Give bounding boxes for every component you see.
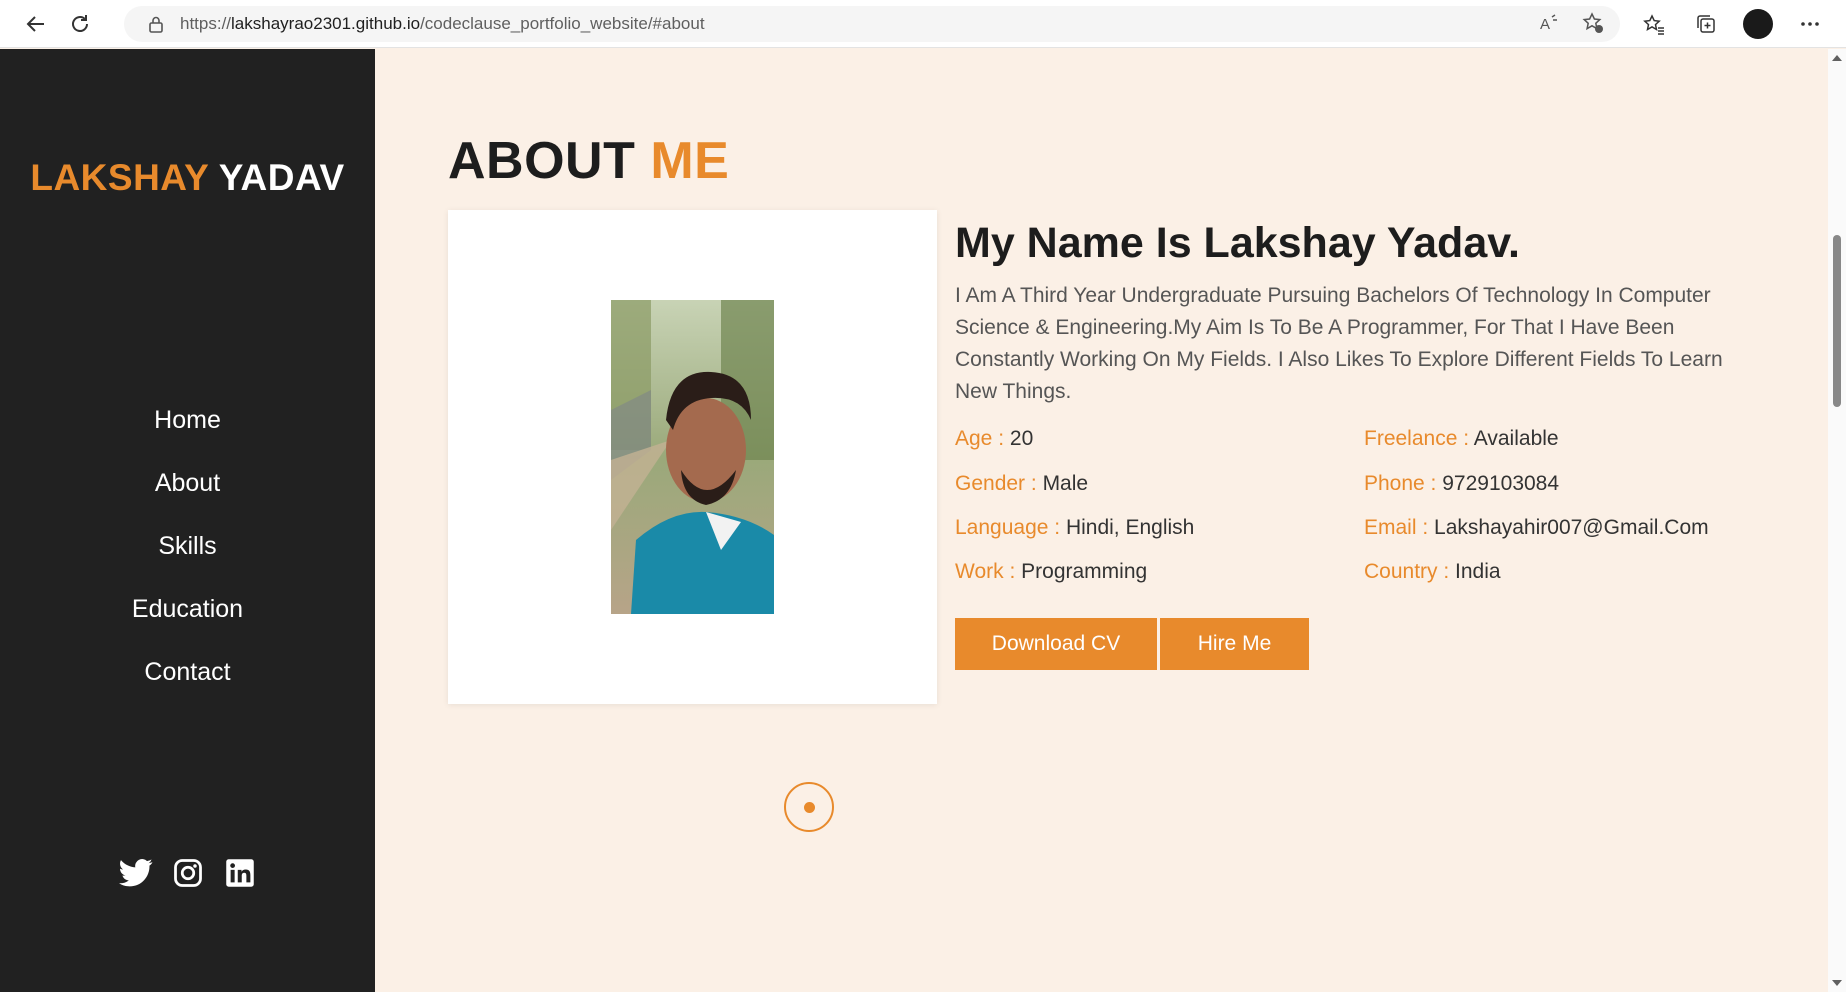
collections-icon[interactable] [1684,4,1728,44]
nav-item-contact[interactable]: Contact [0,641,375,704]
about-description: I Am A Third Year Undergraduate Pursuing… [955,284,1723,403]
photo-card [448,210,937,704]
nav-item-skills[interactable]: Skills [0,515,375,578]
profile-avatar[interactable] [1736,4,1780,44]
profile-photo [611,300,774,614]
nav-item-education[interactable]: Education [0,578,375,641]
brand-first-name: LAKSHAY [30,157,209,198]
browser-toolbar: https://lakshayrao2301.github.io/codecla… [0,0,1846,48]
brand-last-name: YADAV [218,157,345,198]
add-favorite-icon[interactable] [1582,12,1604,39]
detail-email: Email : Lakshayahir007@Gmail.Com [1364,516,1709,539]
social-links [0,855,375,891]
download-cv-button[interactable]: Download CV [955,618,1157,670]
detail-language: Language : Hindi, English [955,516,1195,539]
nav-item-home[interactable]: Home [0,389,375,452]
about-section: ABOUT ME My Name Is Lakshay Yadav. I Am … [375,49,1828,992]
scroll-down-icon[interactable] [1832,980,1842,986]
sidebar: LAKSHAY YADAV Home About Skills Educatio… [0,49,375,992]
detail-phone: Phone : 9729103084 [1364,472,1560,495]
read-aloud-icon[interactable]: A [1538,12,1560,39]
twitter-icon[interactable] [118,855,154,891]
svg-text:A: A [1540,16,1550,33]
hire-me-button[interactable]: Hire Me [1160,618,1309,670]
address-bar[interactable]: https://lakshayrao2301.github.io/codecla… [124,6,1620,42]
nav-menu: Home About Skills Education Contact [0,389,375,704]
detail-country: Country : India [1364,560,1501,583]
detail-gender: Gender : Male [955,472,1089,495]
instagram-icon[interactable] [170,855,206,891]
page-scrollbar[interactable] [1828,49,1846,992]
lock-icon[interactable] [146,14,166,34]
detail-age: Age : 20 [955,427,1034,450]
scroll-up-icon[interactable] [1832,55,1842,61]
brand-logo[interactable]: LAKSHAY YADAV [0,157,375,199]
more-icon[interactable] [1788,4,1832,44]
scroll-indicator-icon[interactable] [784,782,834,832]
back-icon[interactable] [14,4,58,44]
about-heading: My Name Is Lakshay Yadav. [955,219,1520,267]
linkedin-icon[interactable] [222,855,258,891]
about-info: My Name Is Lakshay Yadav. I Am A Third Y… [955,219,1755,670]
section-title: ABOUT ME [448,132,730,190]
refresh-icon[interactable] [58,4,102,44]
url-text: https://lakshayrao2301.github.io/codecla… [180,14,705,33]
favorites-icon[interactable] [1632,4,1676,44]
action-buttons: Download CV Hire Me [955,618,1309,670]
nav-item-about[interactable]: About [0,452,375,515]
detail-work: Work : Programming [955,560,1148,583]
detail-freelance: Freelance : Available [1364,427,1559,450]
scroll-thumb[interactable] [1833,235,1841,407]
